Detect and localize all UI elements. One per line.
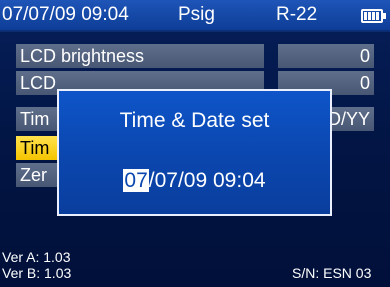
menu-item-value: 0 <box>278 44 374 68</box>
serial-number: S/N: ESN 03 <box>292 265 372 281</box>
device-screen: 07/07/09 09:04 Psig R-22 LCD brightness … <box>0 0 390 287</box>
menu-item-label: LCD brightness <box>16 44 264 68</box>
time-date-dialog: Time & Date set 07/07/09 09:04 <box>57 89 332 216</box>
status-refrigerant: R-22 <box>276 4 318 25</box>
dialog-title: Time & Date set <box>119 109 270 132</box>
battery-icon <box>361 9 386 23</box>
status-pressure-unit: Psig <box>178 4 215 25</box>
status-bar: 07/07/09 09:04 Psig R-22 <box>0 0 390 32</box>
status-datetime: 07/07/09 09:04 <box>2 4 129 25</box>
datetime-editor[interactable]: 07/07/09 09:04 <box>59 169 330 193</box>
month-field-cursor[interactable]: 07 <box>123 169 149 192</box>
version-a: Ver A: 1.03 <box>2 249 71 265</box>
datetime-rest: /07/09 09:04 <box>148 169 266 192</box>
version-b: Ver B: 1.03 <box>2 265 72 281</box>
